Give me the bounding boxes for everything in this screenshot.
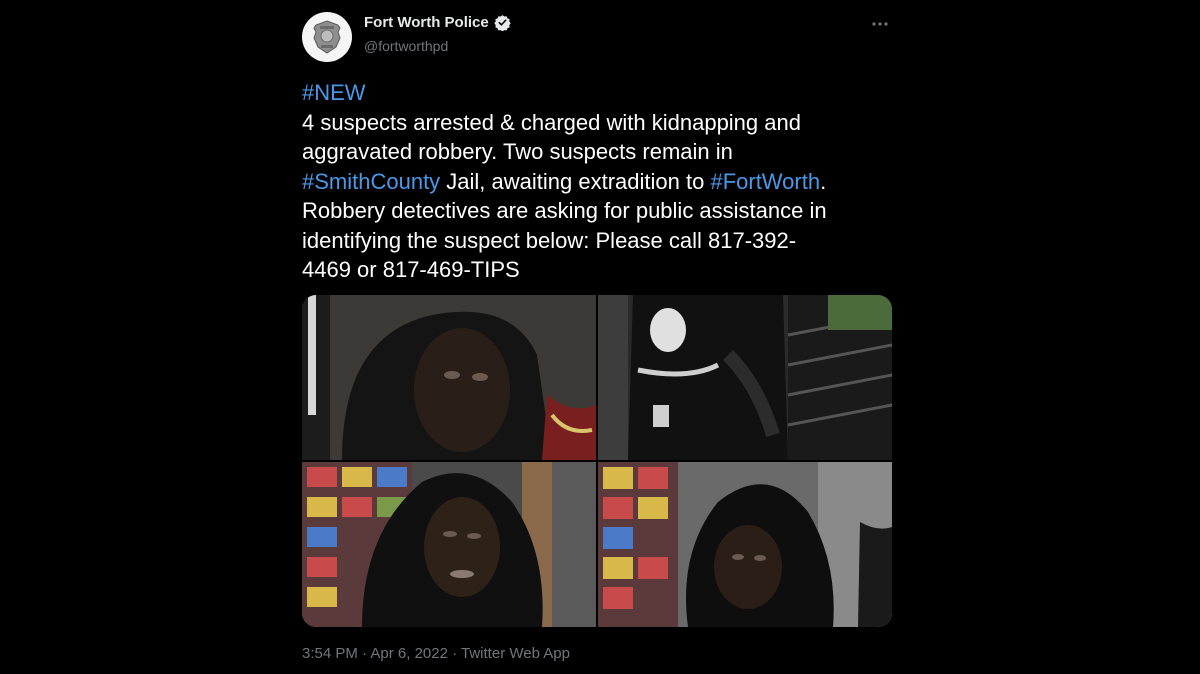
tweet: Fort Worth Police @fortworthpd #NEW 4 su…: [302, 0, 892, 674]
author-handle[interactable]: @fortworthpd: [364, 38, 448, 54]
tweet-line: 4469 or 817-469-TIPS: [302, 257, 520, 282]
separator: ·: [357, 645, 371, 662]
verified-badge-icon: [494, 15, 511, 31]
tweet-metadata: 3:54 PM · Apr 6, 2022 · Twitter Web App: [302, 645, 570, 662]
author-name[interactable]: Fort Worth Police: [364, 14, 489, 31]
tweet-line: 4 suspects arrested & charged with kidna…: [302, 109, 801, 135]
hashtag-smithcounty-link[interactable]: #SmithCounty: [302, 169, 440, 194]
tweet-date-link[interactable]: Apr 6, 2022: [370, 645, 448, 662]
suspect-photo-2[interactable]: [598, 295, 892, 460]
author-name-row[interactable]: Fort Worth Police: [364, 14, 511, 31]
suspect-photo-4[interactable]: [598, 462, 892, 627]
hashtag-new-link[interactable]: #NEW: [302, 80, 366, 105]
tweet-source: Twitter Web App: [461, 645, 570, 662]
tweet-line: #SmithCounty Jail, awaiting extradition …: [302, 168, 827, 194]
tweet-text: #NEW 4 suspects arrested & charged with …: [302, 78, 892, 285]
avatar[interactable]: [302, 12, 352, 62]
tweet-line: aggravated robbery. Two suspects remain …: [302, 139, 733, 164]
media-grid: [302, 295, 892, 627]
tweet-line: Robbery detectives are asking for public…: [302, 198, 827, 223]
suspect-photo-3[interactable]: [302, 462, 596, 627]
separator: ·: [447, 645, 462, 662]
police-badge-icon: [313, 20, 341, 54]
tweet-line: identifying the suspect below: Please ca…: [302, 227, 797, 253]
more-options-button[interactable]: [868, 12, 892, 36]
tweet-time-link[interactable]: 3:54 PM: [302, 645, 358, 662]
suspect-photo-1[interactable]: [302, 295, 596, 460]
hashtag-fortworth-link[interactable]: #FortWorth: [710, 169, 820, 194]
more-options-icon: [872, 22, 888, 26]
